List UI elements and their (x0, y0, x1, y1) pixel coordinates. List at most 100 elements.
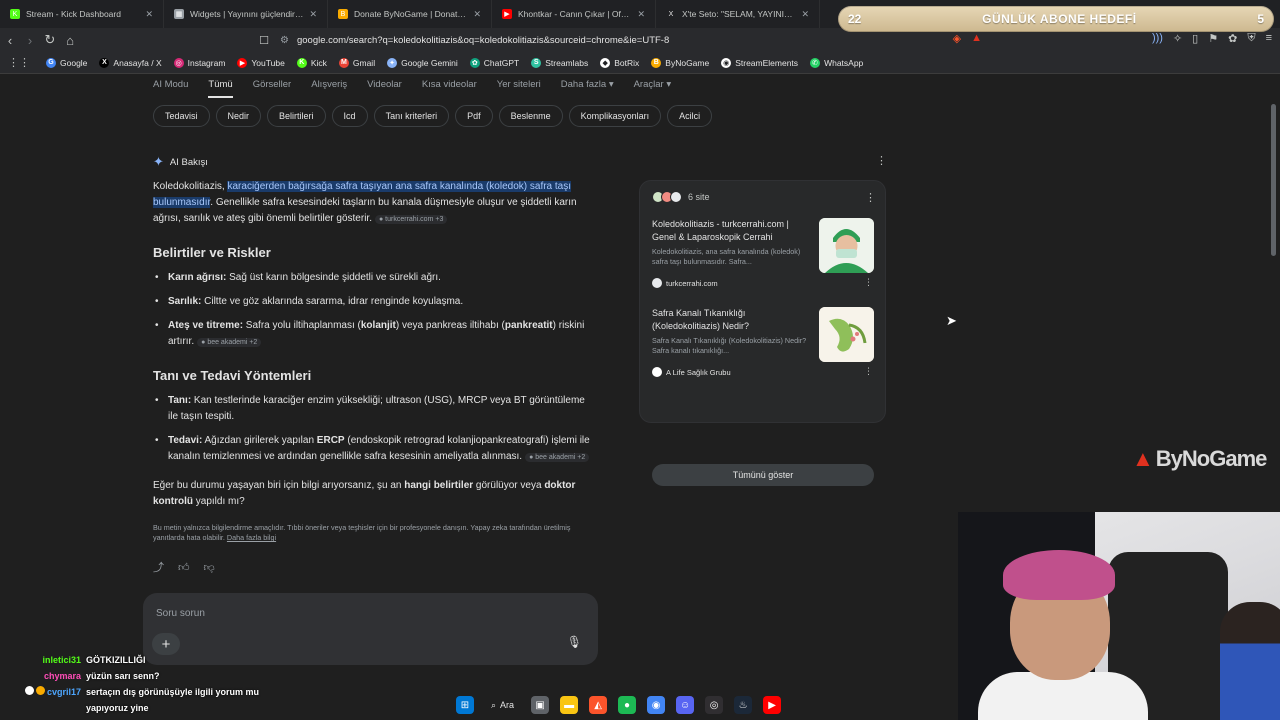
address-url[interactable]: google.com/search?q=koledokolitiazis&oq=… (297, 35, 669, 46)
close-icon[interactable]: ✕ (637, 9, 645, 20)
discord-icon[interactable]: ☺ (676, 696, 695, 714)
tab-youtube-khontkar[interactable]: ▶ Khontkar - Canın Çıkar | Official V...… (492, 0, 656, 28)
bookmark-streamlabs[interactable]: S Streamlabs (531, 57, 588, 68)
bookmark-gmail[interactable]: M Gmail (338, 57, 375, 68)
spotify-icon[interactable]: ● (618, 696, 637, 714)
extension-icon[interactable]: ))) (1152, 32, 1163, 45)
chip-1[interactable]: Nedir (215, 105, 262, 127)
more-options-icon[interactable]: ⋮ (876, 154, 887, 167)
tab-yer-siteleri[interactable]: Yer siteleri (497, 79, 541, 98)
more-options-icon[interactable]: ⋮ (865, 191, 876, 204)
chip-4[interactable]: Tanı kriterleri (373, 105, 450, 127)
chip-2[interactable]: Belirtileri (267, 105, 326, 127)
menu-icon[interactable]: ≡ (1266, 32, 1272, 45)
task-view-icon[interactable]: ▣ (531, 696, 550, 714)
bookmark-chatgpt[interactable]: ✿ ChatGPT (469, 57, 519, 68)
ask-input[interactable]: Soru sorun (156, 608, 205, 619)
source-thumbnail[interactable] (819, 218, 874, 273)
wallet-icon[interactable]: ⚑ (1208, 32, 1218, 45)
leo-icon[interactable]: ✿ (1228, 32, 1237, 45)
chrome-icon[interactable]: ◉ (647, 696, 666, 714)
tab-kısa-videolar[interactable]: Kısa videolar (422, 79, 477, 98)
page-scrollbar[interactable] (1271, 104, 1276, 256)
show-all-button[interactable]: Tümünü göster (652, 464, 874, 486)
thumbs-down-icon[interactable]: 👎︎ (204, 560, 215, 576)
close-icon[interactable]: ✕ (309, 9, 317, 20)
puzzle-icon[interactable]: ✧ (1173, 32, 1182, 45)
tab-tümü[interactable]: Tümü (208, 79, 233, 98)
chat-username[interactable]: cvgril17 (0, 684, 81, 716)
bookmark-botrix[interactable]: ◆ BotRix (600, 57, 639, 68)
chip-7[interactable]: Komplikasyonları (568, 105, 662, 127)
source-site[interactable]: A Life Sağlık Grubu (652, 367, 731, 377)
tab-donate-bynogame[interactable]: B Donate ByNoGame | Donations ✕ (328, 0, 492, 28)
close-icon[interactable]: ✕ (801, 9, 809, 20)
tab-görseller[interactable]: Görseller (253, 79, 292, 98)
sidebar-icon[interactable]: ▯ (1192, 32, 1198, 45)
source-title[interactable]: Koledokolitiazis - turkcerrahi.com | Gen… (652, 218, 812, 244)
more-options-icon[interactable]: ⋮ (864, 366, 873, 377)
brave-shields-icon[interactable]: ◈ (953, 32, 961, 45)
chip-5[interactable]: Pdf (455, 105, 493, 127)
chip-6[interactable]: Beslenme (498, 105, 563, 127)
home-icon[interactable]: ⌂ (60, 33, 80, 48)
citation-chip[interactable]: ● bee akademi +2 (525, 453, 590, 462)
tab-ai-modu[interactable]: AI Modu (153, 79, 188, 98)
bookmark-streamelements[interactable]: ◉ StreamElements (721, 57, 798, 68)
brave-icon[interactable]: ◭ (589, 696, 608, 714)
chip-3[interactable]: Icd (331, 105, 368, 127)
apps-grid-icon[interactable]: ⋮⋮ (8, 56, 30, 69)
share-icon[interactable]: ⤴ (153, 560, 164, 576)
tab-daha-fazla-[interactable]: Daha fazla ▾ (561, 79, 614, 98)
reload-icon[interactable]: ↻ (40, 32, 60, 48)
bookmark-google-gemini[interactable]: ✦ Google Gemini (387, 57, 458, 68)
chip-8[interactable]: Acilci (667, 105, 713, 127)
more-options-icon[interactable]: ⋮ (864, 277, 873, 288)
rewards-icon[interactable]: ▲ (971, 32, 982, 45)
citation-chip[interactable]: ● turkcerrahi.com +3 (374, 215, 448, 224)
obs-icon[interactable]: ◎ (705, 696, 724, 714)
bookmark-youtube[interactable]: ▶ YouTube (237, 57, 285, 68)
thumbs-up-icon[interactable]: 👍︎ (178, 560, 190, 576)
learn-more-link[interactable]: Daha fazla bilgi (227, 533, 276, 542)
file-explorer-icon[interactable]: ▬ (560, 696, 579, 714)
vpn-icon[interactable]: ⛨ (1247, 32, 1255, 45)
source-site[interactable]: turkcerrahi.com (652, 278, 718, 288)
tab-araçlar-[interactable]: Araçlar ▾ (634, 79, 672, 98)
tab-widgets[interactable]: ▦ Widgets | Yayınını güçlendirmek için..… (164, 0, 328, 28)
citation-chip[interactable]: ● bee akademi +2 (197, 338, 262, 347)
source-title[interactable]: Safra Kanalı Tıkanıklığı (Koledokolitiaz… (652, 307, 812, 333)
close-icon[interactable]: ✕ (145, 9, 153, 20)
kick-icon: K (296, 57, 307, 68)
source-thumbnail[interactable] (819, 307, 874, 362)
chip-0[interactable]: Tedavisi (153, 105, 210, 127)
tab-x-seto[interactable]: X X'te Seto: "SELAM, YAYINIMIZ AÇIKTI...… (656, 0, 820, 28)
bookmark-kick[interactable]: K Kick (296, 57, 327, 68)
site-info-icon[interactable]: ⚙ (280, 35, 289, 46)
badge-icon (35, 686, 45, 695)
source-card[interactable]: Koledokolitiazis - turkcerrahi.com | Gen… (652, 218, 874, 288)
youtube-music-icon[interactable]: ▶ (763, 696, 782, 714)
address-bar[interactable]: ⚙ google.com/search?q=koledokolitiazis&o… (280, 31, 950, 49)
chat-username[interactable]: chymara (0, 668, 81, 684)
taskbar-search[interactable]: ⌕ Ara (485, 700, 520, 711)
close-icon[interactable]: ✕ (473, 9, 481, 20)
site-name: A Life Sağlık Grubu (666, 367, 731, 377)
windows-start-icon[interactable]: ⊞ (456, 696, 474, 714)
bookmark-bynogame[interactable]: B ByNoGame (651, 57, 709, 68)
tab-alışveriş[interactable]: Alışveriş (311, 79, 347, 98)
bookmark-star-icon[interactable]: ☐ (254, 34, 274, 47)
bookmark-google[interactable]: G Google (46, 57, 87, 68)
source-card[interactable]: Safra Kanalı Tıkanıklığı (Koledokolitiaz… (652, 307, 874, 377)
bookmark-whatsapp[interactable]: ✆ WhatsApp (810, 57, 863, 68)
tab-videolar[interactable]: Videolar (367, 79, 402, 98)
bookmark-anasayfa-x[interactable]: X Anasayfa / X (99, 57, 162, 68)
tab-kick-dashboard[interactable]: K Stream - Kick Dashboard ✕ (0, 0, 164, 28)
back-icon[interactable]: ‹ (0, 33, 20, 48)
forward-icon[interactable]: › (20, 33, 40, 48)
steam-icon[interactable]: ♨ (734, 696, 753, 714)
chat-username[interactable]: inletici31 (0, 652, 81, 668)
microphone-icon[interactable]: 🎙︎ (567, 635, 582, 649)
bookmark-instagram[interactable]: ◎ Instagram (173, 57, 225, 68)
sources-header[interactable]: 6 site (652, 191, 710, 203)
